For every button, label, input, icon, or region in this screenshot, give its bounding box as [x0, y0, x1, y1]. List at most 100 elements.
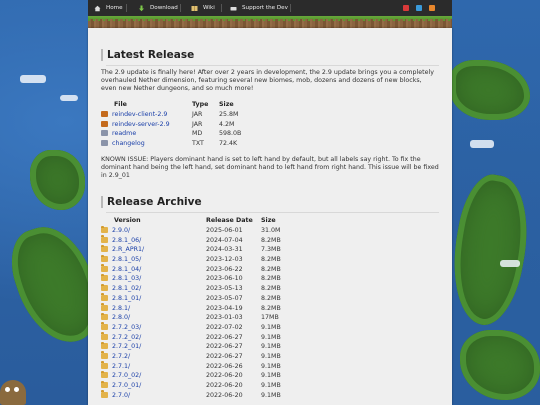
- archive-size: 9.1MB: [261, 323, 281, 331]
- archive-size: 8.2MB: [261, 236, 281, 244]
- file-size: 4.2M: [219, 120, 235, 128]
- archive-size: 9.1MB: [261, 362, 281, 370]
- folder-icon: [101, 303, 108, 311]
- version-link[interactable]: 2.R_APR1/: [112, 246, 144, 253]
- col-header-size: Size: [219, 101, 234, 109]
- version-link[interactable]: 2.8.1_04/: [112, 266, 141, 273]
- release-date: 2023-05-07: [206, 294, 243, 302]
- version-link[interactable]: 2.8.1_06/: [112, 237, 141, 244]
- divider: [106, 212, 439, 213]
- release-date: 2023-04-19: [206, 304, 243, 312]
- version-link[interactable]: 2.7.2_03/: [112, 324, 141, 331]
- archive-size: 9.1MB: [261, 372, 281, 380]
- nav-download[interactable]: Download: [138, 0, 178, 16]
- archive-size: 8.2MB: [261, 265, 281, 273]
- nav-wiki[interactable]: Wiki: [191, 0, 215, 16]
- file-download-link[interactable]: reindev-server-2.9: [112, 121, 170, 128]
- folder-icon: [101, 254, 108, 263]
- file-type: JAR: [192, 120, 203, 128]
- file-download-link[interactable]: changelog: [112, 140, 145, 147]
- background-cloud: [470, 140, 494, 148]
- background-cloud: [500, 260, 520, 267]
- youtube-icon[interactable]: [403, 5, 409, 11]
- folder-icon: [101, 312, 108, 321]
- file-size: 72.4K: [219, 140, 238, 148]
- version-link[interactable]: 2.8.1_02/: [112, 285, 141, 292]
- file-row: reindev-client-2.9 JAR 25.8M: [101, 110, 259, 120]
- release-date: 2023-06-22: [206, 265, 243, 273]
- version-link[interactable]: 2.9.0/: [112, 227, 130, 234]
- version-link[interactable]: 2.8.1_03/: [112, 275, 141, 282]
- archive-row: 2.8.1_01/2023-05-07 8.2MB: [101, 293, 301, 304]
- version-link[interactable]: 2.7.0_02/: [112, 372, 141, 379]
- latest-release-heading: Latest Release: [101, 49, 194, 61]
- folder-icon: [101, 361, 108, 369]
- file-row: reindev-server-2.9 JAR 4.2M: [101, 119, 259, 129]
- nav-support[interactable]: Support the Dev: [230, 0, 288, 16]
- file-size: 598.0B: [219, 130, 242, 138]
- file-download-link[interactable]: readme: [112, 130, 136, 137]
- nav-download-label: Download: [150, 5, 178, 11]
- release-date: 2022-07-02: [206, 323, 243, 331]
- nav-home[interactable]: Home: [94, 0, 123, 16]
- version-link[interactable]: 2.8.0/: [112, 314, 130, 321]
- version-link[interactable]: 2.7.2/: [112, 353, 130, 360]
- folder-icon: [101, 322, 108, 330]
- nav-divider: [180, 4, 181, 12]
- latest-files-table: File Type Size reindev-client-2.9 JAR 25.8…: [101, 100, 259, 148]
- folder-icon: [101, 332, 108, 340]
- version-link[interactable]: 2.7.2_01/: [112, 343, 141, 350]
- nav-home-label: Home: [106, 5, 123, 11]
- nav-support-label: Support the Dev: [242, 5, 288, 11]
- version-link[interactable]: 2.8.1_05/: [112, 256, 141, 263]
- archive-row: 2.7.0_01/2022-06-20 9.1MB: [101, 380, 301, 391]
- version-link[interactable]: 2.7.0_01/: [112, 382, 141, 389]
- folder-icon: [101, 341, 108, 350]
- version-link[interactable]: 2.8.1/: [112, 305, 130, 312]
- top-nav-bar: Home Download Wiki Support the Dev: [88, 0, 452, 16]
- release-archive-heading: Release Archive: [101, 196, 202, 208]
- archive-row: 2.8.1_03/2023-06-10 8.2MB: [101, 273, 301, 284]
- background-cloud: [60, 95, 78, 101]
- mascot-character: [0, 380, 26, 405]
- archive-row: 2.7.2_03/2022-07-02 9.1MB: [101, 322, 301, 333]
- archive-size: 31.0M: [261, 227, 281, 235]
- col-header-type: Type: [192, 101, 209, 109]
- release-date: 2023-05-13: [206, 285, 243, 293]
- nav-divider: [126, 4, 127, 12]
- download-icon: [138, 5, 145, 12]
- release-date: 2024-03-31: [206, 246, 243, 254]
- rss-icon[interactable]: [429, 5, 435, 11]
- background-cloud: [20, 75, 46, 83]
- archive-size: 9.1MB: [261, 391, 281, 399]
- jar-file-icon: [101, 120, 108, 127]
- release-date: 2022-06-20: [206, 391, 243, 399]
- archive-row: 2.7.0_02/2022-06-20 9.1MB: [101, 370, 301, 381]
- folder-icon: [101, 390, 108, 398]
- archive-row: 2.8.1_04/2023-06-22 8.2MB: [101, 264, 301, 274]
- jar-file-icon: [101, 111, 108, 118]
- file-type: JAR: [192, 111, 203, 119]
- file-download-link[interactable]: reindev-client-2.9: [112, 111, 167, 118]
- archive-row: 2.8.0/2023-01-03 17MB: [101, 312, 301, 323]
- archive-size: 9.1MB: [261, 382, 281, 390]
- release-date: 2022-06-20: [206, 382, 243, 390]
- archive-size: 8.2MB: [261, 304, 281, 312]
- file-type: TXT: [192, 140, 204, 148]
- archive-size: 9.1MB: [261, 333, 281, 341]
- archive-row: 2.7.1/2022-06-26 9.1MB: [101, 361, 301, 371]
- version-link[interactable]: 2.8.1_01/: [112, 295, 141, 302]
- version-link[interactable]: 2.7.0/: [112, 392, 130, 399]
- document-icon: [101, 140, 108, 147]
- release-date: 2022-06-27: [206, 343, 243, 351]
- archive-size: 17MB: [261, 314, 279, 322]
- archive-size: 8.2MB: [261, 285, 281, 293]
- version-link[interactable]: 2.7.2_02/: [112, 334, 141, 341]
- twitter-icon[interactable]: [416, 5, 422, 11]
- release-date: 2022-06-20: [206, 372, 243, 380]
- folder-icon: [101, 264, 108, 272]
- col-header-size: Size: [261, 217, 276, 225]
- archive-size: 8.2MB: [261, 256, 281, 264]
- version-link[interactable]: 2.7.1/: [112, 363, 130, 370]
- col-header-file: File: [114, 101, 127, 109]
